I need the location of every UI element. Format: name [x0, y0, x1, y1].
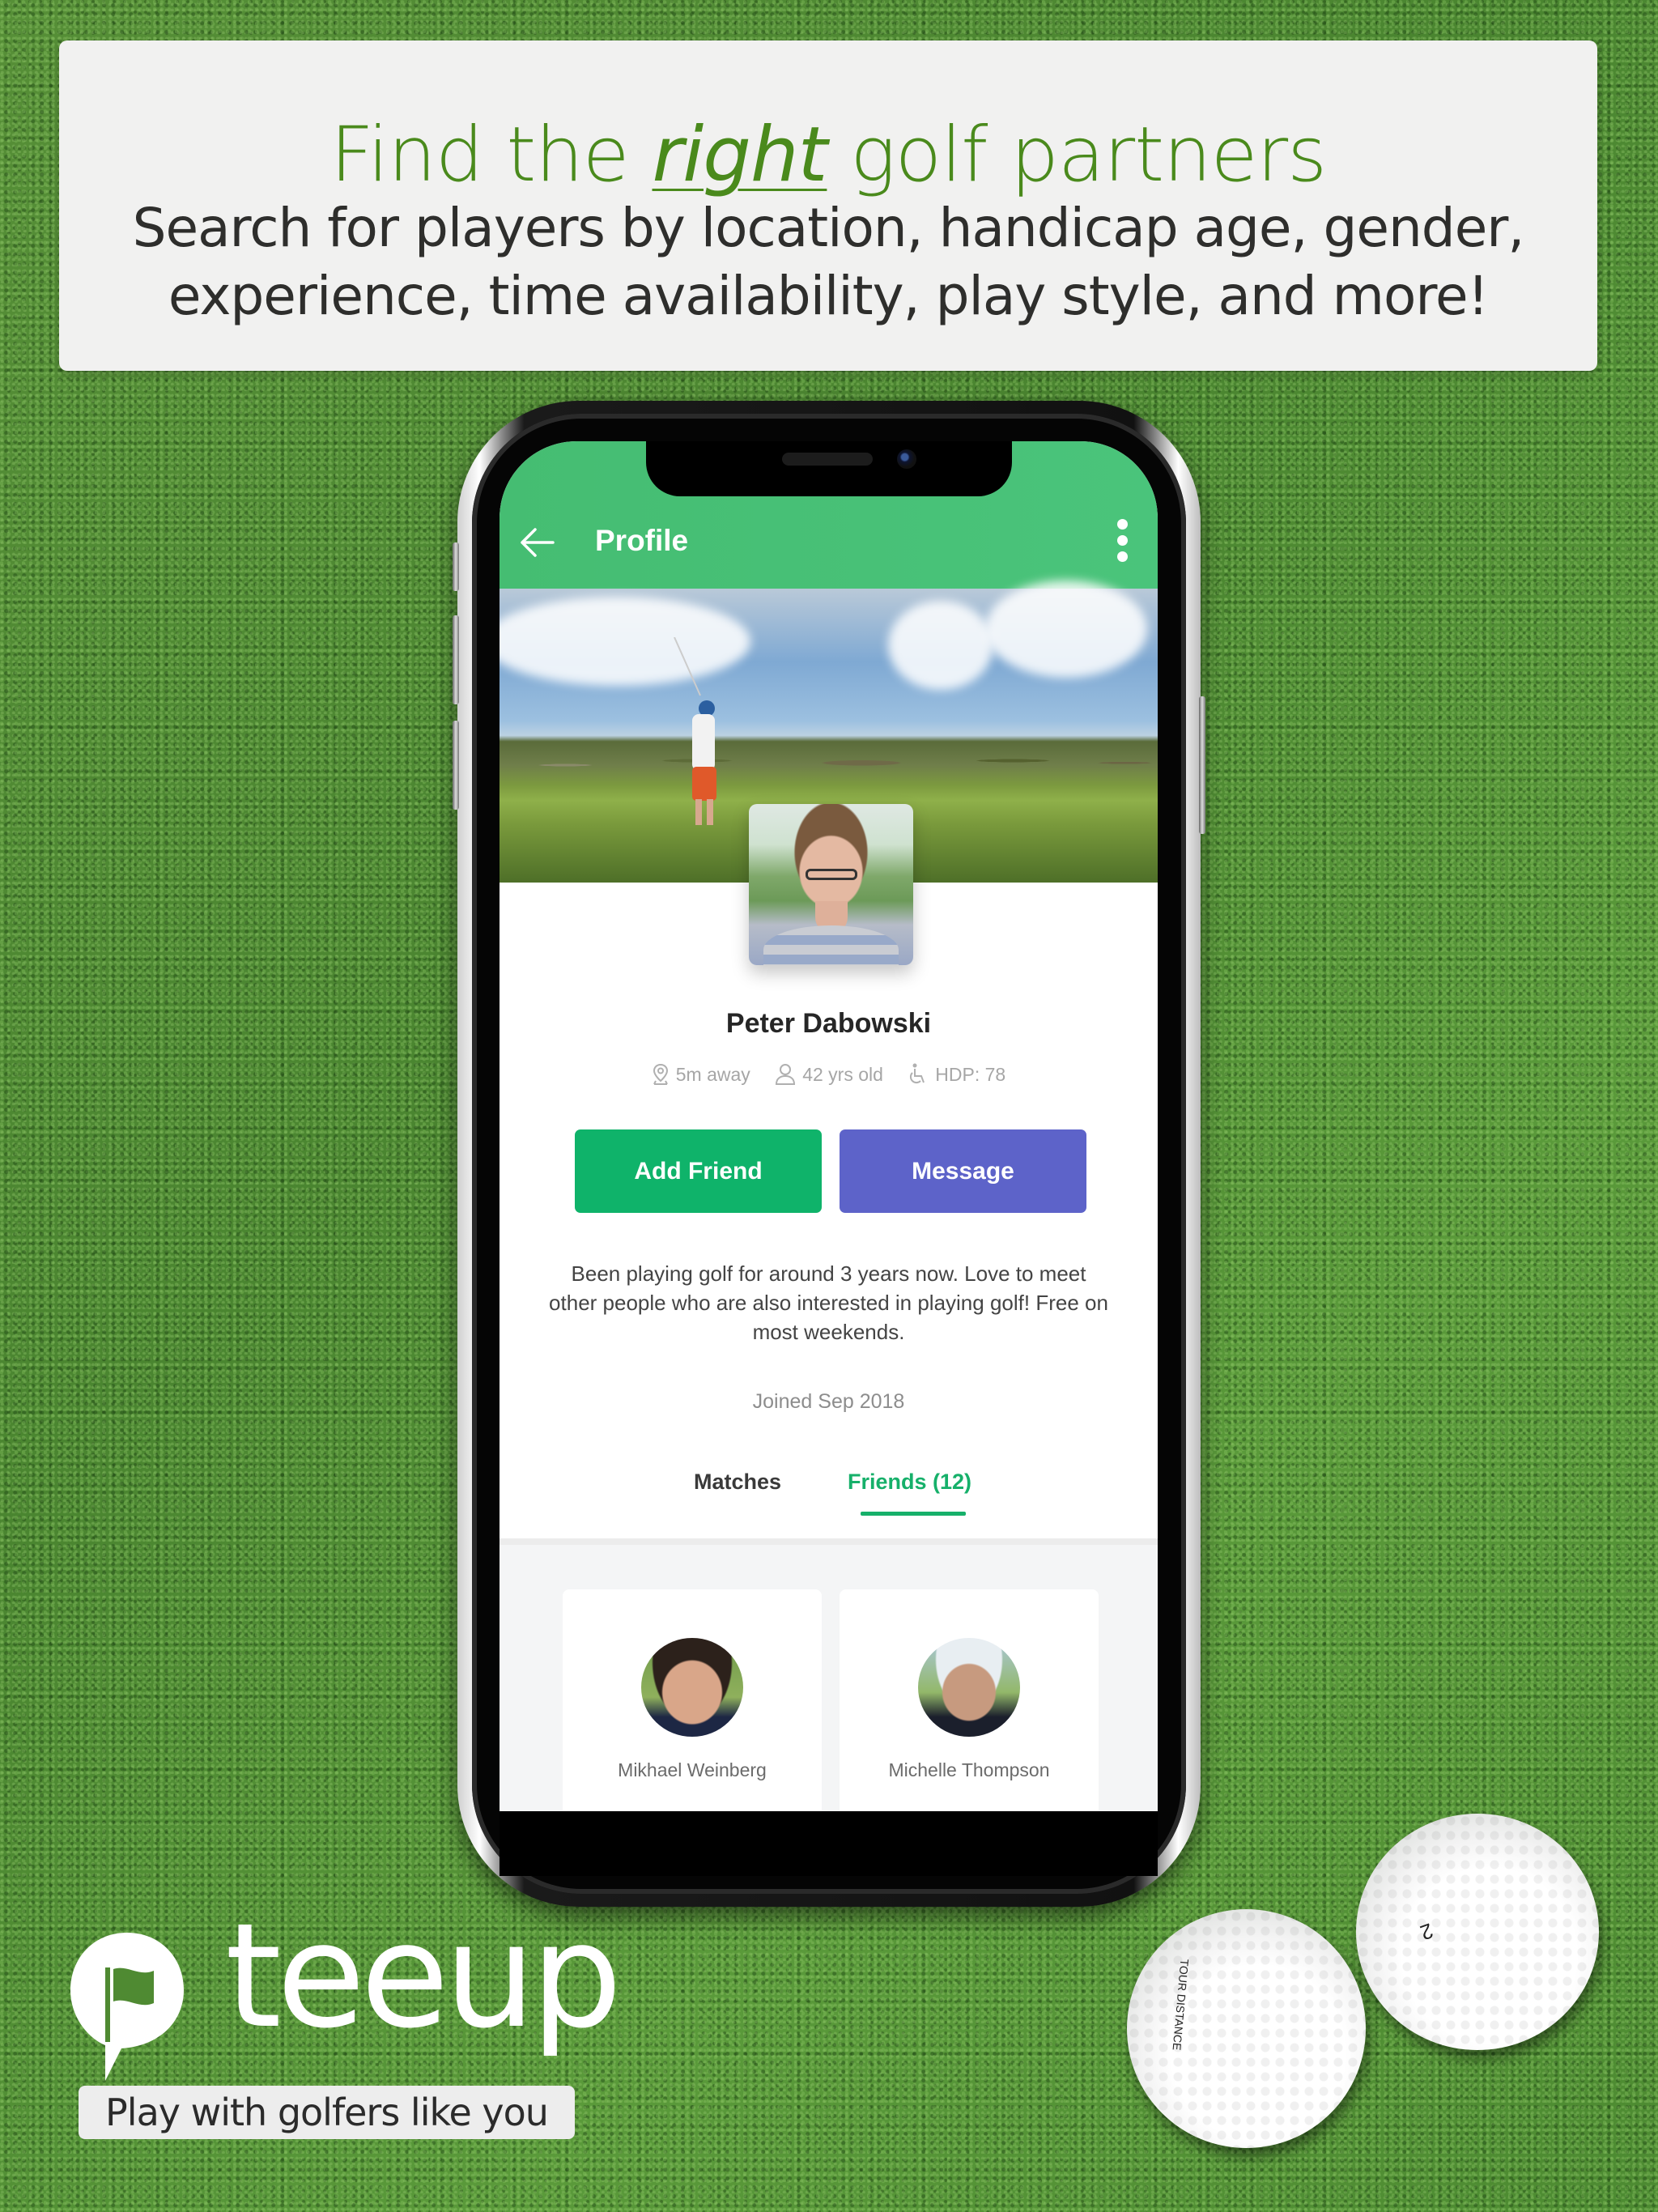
golf-ball-print: 2 — [1417, 1918, 1437, 1946]
phone-bottom-bezel — [500, 1811, 1158, 1876]
front-camera — [897, 449, 916, 469]
stat-age: 42 yrs old — [775, 1063, 883, 1086]
golf-ball: 2 — [1356, 1814, 1599, 2050]
cloud-shape — [985, 581, 1147, 678]
friend-avatar — [918, 1638, 1020, 1737]
headline-text-end: golf partners — [827, 111, 1327, 199]
arrow-left-icon[interactable] — [517, 526, 556, 559]
person-icon — [776, 1064, 796, 1085]
tagline: Play with golfers like you — [79, 2086, 575, 2139]
phone-mute-switch — [453, 542, 459, 591]
friend-name: Mikhael Weinberg — [618, 1759, 767, 1780]
tree-line — [500, 738, 1158, 783]
app-screen: Profile Peter Dabowski 5m away 42 yrs ol… — [500, 441, 1158, 1811]
header-title: Profile — [595, 524, 689, 557]
tab-friends[interactable]: Friends (12) — [848, 1470, 971, 1495]
stat-distance: 5m away — [652, 1063, 750, 1086]
stat-age-text: 42 yrs old — [802, 1063, 883, 1085]
headline-emphasis: right — [652, 111, 828, 199]
message-button[interactable]: Message — [840, 1129, 1086, 1213]
phone-notch — [646, 441, 1012, 496]
phone-volume-down — [453, 721, 459, 810]
phone-volume-up — [453, 615, 459, 704]
friend-card[interactable]: Mikhael Weinberg — [563, 1589, 822, 1811]
profile-stats: 5m away 42 yrs old HDP: 78 — [500, 1063, 1158, 1091]
handicap-icon — [910, 1063, 925, 1084]
friends-list: Mikhael Weinberg Michelle Thompson — [500, 1538, 1158, 1811]
golfer-figure — [674, 637, 716, 825]
cloud-shape — [888, 601, 993, 690]
phone-power-button — [1199, 696, 1205, 834]
golf-ball-print: TOUR DISTANCE — [1170, 1958, 1192, 2052]
subline-line-1: Search for players by location, handicap… — [132, 197, 1525, 259]
profile-name: Peter Dabowski — [725, 1008, 932, 1039]
stat-handicap: HDP: 78 — [908, 1063, 1005, 1086]
profile-avatar[interactable] — [749, 804, 913, 965]
profile-bio: Been playing golf for around 3 years now… — [549, 1261, 1108, 1344]
stat-handicap-text: HDP: 78 — [935, 1063, 1006, 1085]
location-pin-icon — [653, 1063, 668, 1085]
profile-tabs: Matches Friends (12) — [500, 1470, 1158, 1534]
subline-line-2: experience, time availability, play styl… — [168, 265, 1489, 327]
golf-ball: TOUR DISTANCE — [1127, 1909, 1366, 2148]
promo-subline: Search for players by location, handicap… — [91, 194, 1565, 330]
active-tab-indicator — [861, 1512, 966, 1516]
promo-headline: Find the right golf partners — [59, 117, 1597, 194]
teeup-flag-logo-icon — [70, 1933, 184, 2081]
stat-distance-text: 5m away — [675, 1063, 750, 1085]
avatar-glasses — [806, 869, 857, 880]
joined-date: Joined Sep 2018 — [752, 1390, 905, 1413]
headline-text-start: Find the — [329, 111, 653, 199]
tab-matches[interactable]: Matches — [694, 1470, 781, 1495]
friend-name: Michelle Thompson — [888, 1759, 1050, 1780]
avatar-shirt — [763, 925, 899, 965]
more-vertical-icon[interactable] — [1116, 519, 1129, 568]
speaker-grille — [782, 453, 873, 466]
add-friend-button[interactable]: Add Friend — [575, 1129, 822, 1213]
friend-avatar — [641, 1638, 743, 1737]
friend-card[interactable]: Michelle Thompson — [840, 1589, 1099, 1811]
teeup-wordmark: teeup — [225, 1892, 623, 2060]
promo-banner: Find the right golf partners Search for … — [59, 40, 1597, 371]
